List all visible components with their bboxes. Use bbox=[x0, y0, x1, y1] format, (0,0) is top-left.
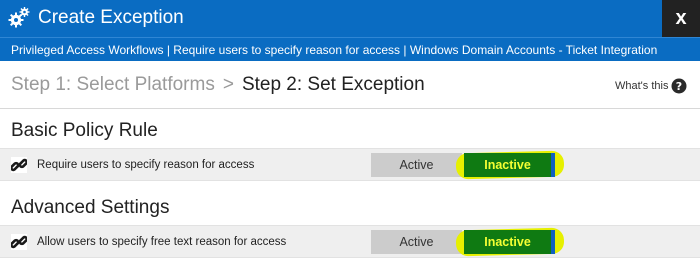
gears-icon bbox=[8, 7, 30, 28]
svg-text:?: ? bbox=[676, 80, 682, 93]
basic-policy-rule-heading: Basic Policy Rule bbox=[11, 120, 158, 141]
inactive-toggle-highlight: Inactive bbox=[455, 226, 565, 257]
close-button[interactable]: x bbox=[662, 0, 700, 37]
link-icon bbox=[11, 234, 27, 250]
help-icon[interactable]: ? bbox=[671, 78, 687, 94]
rule-label: Require users to specify reason for acce… bbox=[37, 159, 255, 171]
wizard-steps: Step 1: Select Platforms > Step 2: Set Exc… bbox=[11, 72, 425, 98]
window-title: Create Exception bbox=[38, 7, 184, 28]
advanced-settings-heading: Advanced Settings bbox=[11, 197, 170, 218]
inactive-button[interactable]: Inactive bbox=[464, 153, 555, 177]
breadcrumb: Privileged Access Workflows | Require us… bbox=[11, 43, 658, 57]
divider bbox=[0, 108, 700, 109]
inactive-toggle-highlight: Inactive bbox=[455, 149, 565, 180]
whats-this-link[interactable]: What's this bbox=[615, 79, 668, 93]
rule-row-free-text-reason: Allow users to specify free text reason … bbox=[0, 225, 700, 258]
active-button[interactable]: Active bbox=[371, 230, 462, 254]
step-separator: > bbox=[222, 74, 234, 95]
link-icon bbox=[11, 157, 27, 173]
breadcrumb-bar: Privileged Access Workflows | Require us… bbox=[0, 37, 700, 61]
rule-label: Allow users to specify free text reason … bbox=[37, 236, 287, 248]
inactive-button[interactable]: Inactive bbox=[464, 230, 555, 254]
title-bar: Create Exception x bbox=[0, 0, 700, 37]
active-button[interactable]: Active bbox=[371, 153, 462, 177]
step-1-label[interactable]: Step 1: Select Platforms bbox=[11, 74, 215, 95]
rule-row-require-reason: Require users to specify reason for acce… bbox=[0, 148, 700, 181]
step-2-label: Step 2: Set Exception bbox=[241, 74, 425, 95]
